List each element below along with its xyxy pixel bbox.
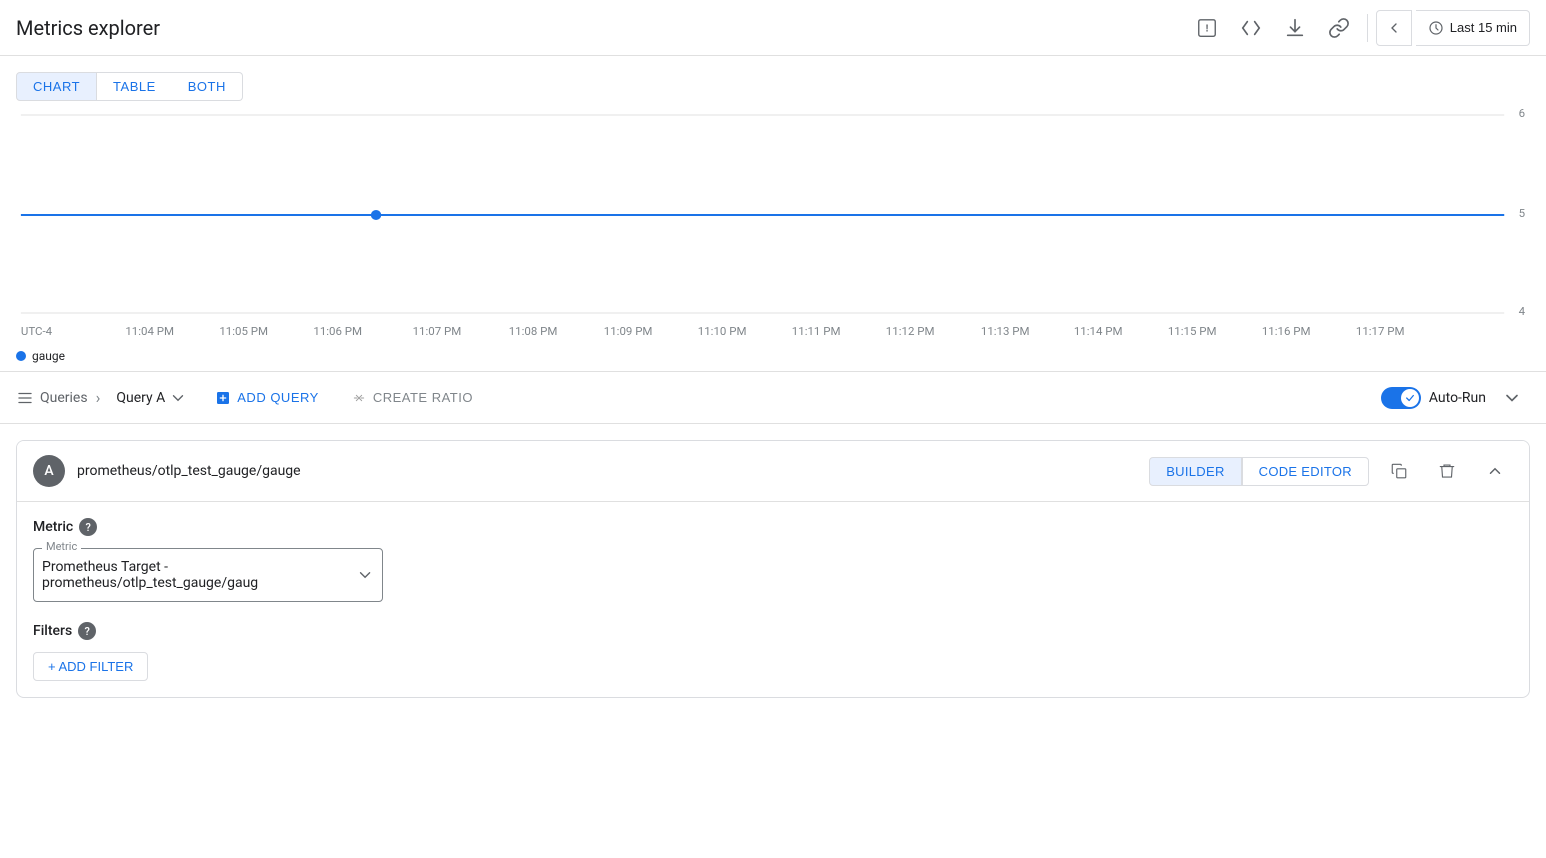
download-icon-button[interactable] xyxy=(1275,8,1315,48)
query-avatar: A xyxy=(33,455,65,487)
svg-text:11:15 PM: 11:15 PM xyxy=(1168,325,1217,338)
view-tabs: CHART TABLE BOTH xyxy=(0,64,1546,105)
chart-legend: gauge xyxy=(0,345,1546,371)
create-ratio-icon xyxy=(351,390,367,406)
queries-label-container: Queries xyxy=(16,389,88,407)
metric-select-text: Prometheus Target - prometheus/otlp_test… xyxy=(42,559,356,591)
tab-both[interactable]: BOTH xyxy=(172,72,243,101)
tab-chart[interactable]: CHART xyxy=(16,72,97,101)
svg-text:11:11 PM: 11:11 PM xyxy=(792,325,841,338)
legend-label: gauge xyxy=(32,349,65,363)
queries-bar: Queries › Query A ADD QUERY CREATE RATIO xyxy=(0,372,1546,424)
code-editor-tab[interactable]: CODE EDITOR xyxy=(1242,457,1369,486)
expand-icon xyxy=(1486,462,1504,480)
menu-icon xyxy=(16,389,34,407)
header: Metrics explorer ! xyxy=(0,0,1546,56)
legend-dot xyxy=(16,351,26,361)
trash-icon xyxy=(1438,462,1456,480)
svg-text:11:08 PM: 11:08 PM xyxy=(509,325,558,338)
header-actions: ! xyxy=(1187,8,1530,48)
time-range-label: Last 15 min xyxy=(1450,20,1517,35)
svg-text:11:14 PM: 11:14 PM xyxy=(1074,325,1123,338)
svg-text:4: 4 xyxy=(1519,305,1526,318)
metric-dropdown-arrow-icon xyxy=(356,565,374,585)
code-icon xyxy=(1240,17,1262,39)
svg-text:11:07 PM: 11:07 PM xyxy=(413,325,462,338)
add-query-icon xyxy=(215,390,231,406)
metric-select-label: Metric xyxy=(42,540,81,553)
collapse-button[interactable] xyxy=(1494,380,1530,416)
builder-tab[interactable]: BUILDER xyxy=(1149,457,1241,486)
add-query-button[interactable]: ADD QUERY xyxy=(203,384,331,412)
metric-select-value[interactable]: Prometheus Target - prometheus/otlp_test… xyxy=(42,553,374,597)
back-button[interactable] xyxy=(1376,10,1412,46)
alert-icon-button[interactable]: ! xyxy=(1187,8,1227,48)
query-selector[interactable]: Query A xyxy=(108,385,195,411)
check-icon xyxy=(1405,393,1415,403)
add-filter-label: + ADD FILTER xyxy=(48,659,133,674)
svg-text:11:09 PM: 11:09 PM xyxy=(604,325,653,338)
clock-icon xyxy=(1428,20,1444,36)
metric-label: Metric xyxy=(33,519,73,535)
auto-run-label: Auto-Run xyxy=(1429,390,1486,406)
auto-run-container: Auto-Run xyxy=(1381,387,1486,409)
expand-button[interactable] xyxy=(1477,453,1513,489)
breadcrumb-chevron: › xyxy=(96,388,101,407)
query-dropdown-icon xyxy=(169,389,187,407)
svg-text:5: 5 xyxy=(1519,207,1525,220)
query-panel-header: A prometheus/otlp_test_gauge/gauge BUILD… xyxy=(17,441,1529,501)
svg-text:11:13 PM: 11:13 PM xyxy=(981,325,1030,338)
query-panel: A prometheus/otlp_test_gauge/gauge BUILD… xyxy=(16,440,1530,698)
query-a-label: Query A xyxy=(116,390,165,406)
svg-text:!: ! xyxy=(1205,23,1208,34)
chart-visualization: 6 5 4 UTC-4 11:04 PM 11:05 PM 11:06 PM 1… xyxy=(0,105,1546,345)
main-content: CHART TABLE BOTH 6 5 4 UTC-4 11: xyxy=(0,56,1546,858)
metric-help-icon[interactable]: ? xyxy=(79,518,97,536)
svg-text:11:10 PM: 11:10 PM xyxy=(698,325,747,338)
chart-svg: 6 5 4 UTC-4 11:04 PM 11:05 PM 11:06 PM 1… xyxy=(0,105,1546,345)
query-panel-body: Metric ? Metric Prometheus Target - prom… xyxy=(17,501,1529,697)
add-query-label: ADD QUERY xyxy=(237,390,319,405)
toggle-knob xyxy=(1401,389,1419,407)
queries-text: Queries xyxy=(40,390,88,406)
create-ratio-label: CREATE RATIO xyxy=(373,390,473,405)
chart-area: CHART TABLE BOTH 6 5 4 UTC-4 11: xyxy=(0,56,1546,372)
link-icon xyxy=(1328,17,1350,39)
tab-table[interactable]: TABLE xyxy=(97,72,172,101)
header-divider xyxy=(1367,14,1368,42)
svg-text:UTC-4: UTC-4 xyxy=(21,325,53,338)
copy-button[interactable] xyxy=(1381,453,1417,489)
back-arrow-icon xyxy=(1386,20,1402,36)
svg-text:11:05 PM: 11:05 PM xyxy=(219,325,268,338)
copy-icon xyxy=(1390,462,1408,480)
link-icon-button[interactable] xyxy=(1319,8,1359,48)
delete-button[interactable] xyxy=(1429,453,1465,489)
builder-code-tabs: BUILDER CODE EDITOR xyxy=(1149,457,1369,486)
metric-select-container[interactable]: Metric Prometheus Target - prometheus/ot… xyxy=(33,548,383,602)
filters-field-label-container: Filters ? xyxy=(33,622,1513,640)
svg-text:11:12 PM: 11:12 PM xyxy=(886,325,935,338)
svg-text:11:04 PM: 11:04 PM xyxy=(125,325,174,338)
query-path: prometheus/otlp_test_gauge/gauge xyxy=(77,463,1137,479)
time-range-button[interactable]: Last 15 min xyxy=(1416,10,1530,46)
auto-run-toggle[interactable] xyxy=(1381,387,1421,409)
filters-section: Filters ? + ADD FILTER xyxy=(33,622,1513,681)
svg-text:11:06 PM: 11:06 PM xyxy=(313,325,362,338)
page-title: Metrics explorer xyxy=(16,16,160,40)
svg-text:11:16 PM: 11:16 PM xyxy=(1262,325,1311,338)
download-icon xyxy=(1284,17,1306,39)
filters-label: Filters xyxy=(33,623,72,639)
svg-text:6: 6 xyxy=(1519,107,1525,120)
alert-icon: ! xyxy=(1196,17,1218,39)
metric-field-label-container: Metric ? xyxy=(33,518,1513,536)
add-filter-button[interactable]: + ADD FILTER xyxy=(33,652,148,681)
svg-text:11:17 PM: 11:17 PM xyxy=(1356,325,1405,338)
collapse-icon xyxy=(1502,388,1522,408)
filters-help-icon[interactable]: ? xyxy=(78,622,96,640)
create-ratio-button[interactable]: CREATE RATIO xyxy=(339,384,485,412)
code-icon-button[interactable] xyxy=(1231,8,1271,48)
